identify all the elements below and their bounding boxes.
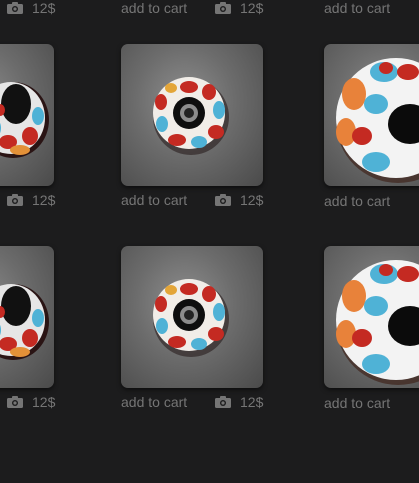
price-tag: 12$ bbox=[7, 192, 55, 208]
add-to-cart-link[interactable]: add to cart bbox=[324, 0, 390, 16]
price-tag: 12$ bbox=[7, 0, 55, 16]
price-label: 12$ bbox=[32, 192, 56, 208]
product-image[interactable] bbox=[324, 44, 419, 186]
camera-icon[interactable] bbox=[215, 194, 231, 206]
price-label: 12$ bbox=[32, 0, 56, 16]
product-image[interactable] bbox=[121, 246, 263, 388]
price-tag: 12$ bbox=[215, 0, 263, 16]
camera-icon[interactable] bbox=[7, 194, 23, 206]
product-image[interactable] bbox=[0, 44, 54, 186]
price-tag: 12$ bbox=[215, 394, 263, 410]
bead-top bbox=[153, 77, 229, 155]
add-to-cart-link[interactable]: add to cart bbox=[324, 193, 390, 209]
camera-icon[interactable] bbox=[7, 396, 23, 408]
price-label: 12$ bbox=[32, 394, 56, 410]
price-label: 12$ bbox=[240, 192, 264, 208]
camera-icon[interactable] bbox=[7, 2, 23, 14]
camera-icon[interactable] bbox=[215, 2, 231, 14]
product-image[interactable] bbox=[121, 44, 263, 186]
camera-icon[interactable] bbox=[215, 396, 231, 408]
price-label: 12$ bbox=[240, 394, 264, 410]
bead-top bbox=[153, 279, 229, 357]
price-tag: 12$ bbox=[7, 394, 55, 410]
price-tag: 12$ bbox=[215, 192, 263, 208]
bead-big bbox=[336, 260, 419, 385]
price-label: 12$ bbox=[240, 0, 264, 16]
product-gallery: 12$ add to cart 12$ add to cart 12$ add … bbox=[0, 0, 419, 483]
add-to-cart-link[interactable]: add to cart bbox=[121, 394, 187, 410]
product-image[interactable] bbox=[324, 246, 419, 388]
bead-big bbox=[336, 58, 419, 183]
add-to-cart-link[interactable]: add to cart bbox=[324, 395, 390, 411]
add-to-cart-link[interactable]: add to cart bbox=[121, 192, 187, 208]
bead-side bbox=[0, 284, 49, 360]
product-image[interactable] bbox=[0, 246, 54, 388]
add-to-cart-link[interactable]: add to cart bbox=[121, 0, 187, 16]
bead-side bbox=[0, 82, 49, 158]
